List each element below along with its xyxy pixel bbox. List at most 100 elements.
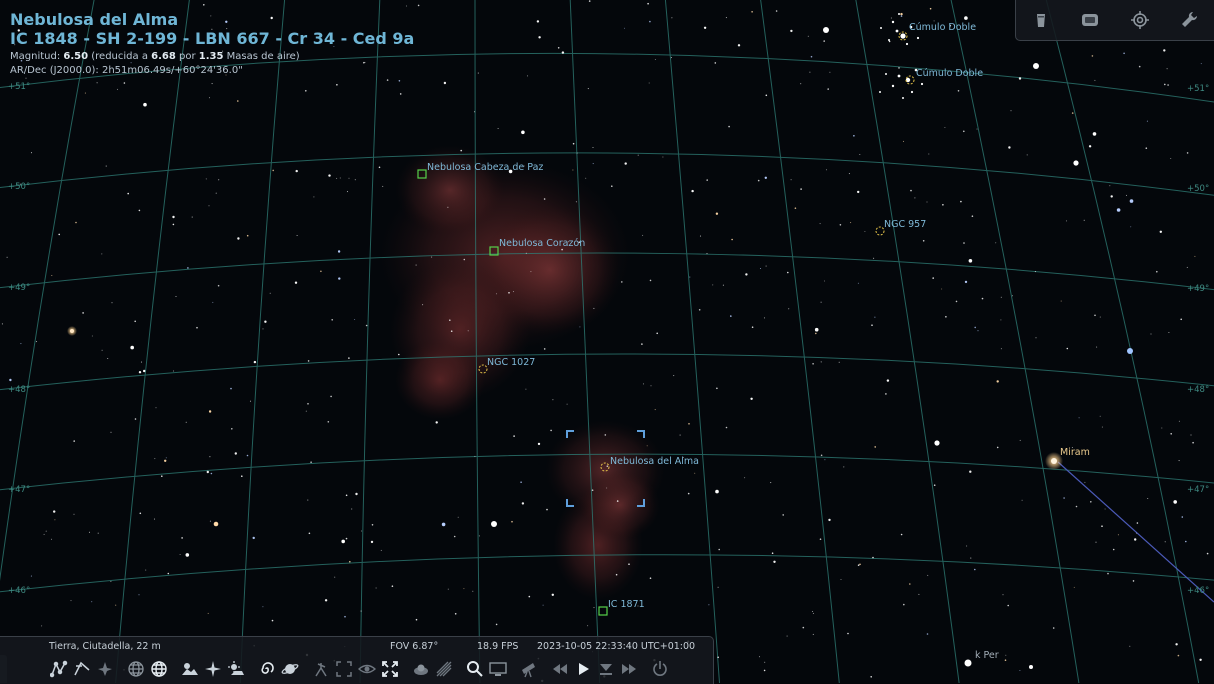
star	[957, 90, 960, 92]
star	[360, 610, 362, 612]
star	[579, 326, 581, 328]
star	[1065, 220, 1068, 222]
star	[593, 307, 595, 309]
star	[111, 302, 113, 304]
star	[528, 595, 531, 598]
star	[1075, 505, 1078, 508]
label-k-per[interactable]: k Per	[975, 650, 999, 661]
grid-label-right-51: +51°	[1187, 84, 1210, 94]
star	[1107, 572, 1109, 575]
star	[587, 88, 589, 90]
play-icon[interactable]	[572, 658, 594, 680]
star	[575, 201, 577, 203]
star	[873, 257, 875, 259]
planet-labels-icon[interactable]	[279, 658, 301, 680]
star	[1002, 594, 1004, 596]
search-icon[interactable]	[464, 658, 486, 680]
star	[788, 308, 790, 310]
wrench-icon[interactable]	[1177, 8, 1201, 32]
star	[928, 153, 930, 155]
now-icon[interactable]	[595, 658, 617, 680]
cardinal-points-icon[interactable]	[202, 658, 224, 680]
star	[134, 320, 136, 323]
sky-view[interactable]	[0, 0, 1214, 683]
star	[751, 326, 754, 329]
nebulae-icon[interactable]	[256, 658, 278, 680]
star	[1186, 152, 1189, 154]
star	[138, 371, 142, 374]
star	[944, 126, 946, 129]
label-alma[interactable]: Nebulosa del Alma	[610, 456, 699, 467]
star	[415, 264, 417, 266]
star	[933, 484, 936, 487]
star	[763, 669, 766, 672]
center-object-icon[interactable]	[333, 658, 355, 680]
star	[460, 149, 463, 152]
night-mode-icon[interactable]	[356, 658, 378, 680]
label-ngc957[interactable]: NGC 957	[884, 219, 926, 230]
star	[812, 612, 814, 614]
star	[88, 531, 91, 533]
label-miram[interactable]: Miram	[1060, 447, 1090, 458]
equatorial-grid-icon[interactable]	[125, 658, 147, 680]
label-ngc1027[interactable]: NGC 1027	[487, 357, 535, 368]
satellites-icon[interactable]	[410, 658, 432, 680]
star	[679, 434, 681, 436]
label-cumulo-doble-2[interactable]: Cúmulo Doble	[916, 68, 983, 79]
star	[945, 316, 947, 318]
star	[820, 361, 822, 363]
constellation-lines-icon[interactable]	[48, 658, 70, 680]
star	[929, 7, 932, 10]
telescope-icon[interactable]	[518, 658, 540, 680]
screen-icon[interactable]	[487, 658, 509, 680]
label-corazon[interactable]: Nebulosa Corazón	[499, 238, 585, 249]
star	[673, 375, 675, 377]
constellation-art-icon[interactable]	[94, 658, 116, 680]
star	[763, 317, 766, 319]
star	[110, 431, 112, 433]
label-ic1871[interactable]: IC 1871	[608, 599, 645, 610]
star	[874, 446, 876, 448]
tv-icon[interactable]	[1078, 8, 1102, 32]
star	[154, 458, 156, 460]
star	[345, 537, 348, 540]
star	[648, 82, 650, 84]
fullscreen-icon[interactable]	[379, 658, 401, 680]
star	[521, 130, 525, 135]
star	[294, 281, 298, 284]
star	[914, 197, 916, 199]
constellation-labels-icon[interactable]	[71, 658, 93, 680]
star	[1156, 270, 1158, 273]
label-cabeza-paz[interactable]: Nebulosa Cabeza de Paz	[427, 162, 543, 173]
star	[996, 446, 999, 449]
star	[963, 130, 965, 133]
star	[241, 475, 243, 478]
star	[295, 169, 298, 173]
atmosphere-icon[interactable]	[225, 658, 247, 680]
star	[1007, 604, 1009, 607]
star	[165, 457, 167, 459]
star	[447, 206, 449, 208]
rewind-icon[interactable]	[549, 658, 571, 680]
star	[649, 577, 652, 579]
azimuthal-grid-icon[interactable]	[148, 658, 170, 680]
star	[898, 67, 900, 69]
star	[829, 71, 831, 73]
star	[649, 279, 652, 282]
quit-icon[interactable]	[649, 658, 671, 680]
ground-icon[interactable]	[179, 658, 201, 680]
equatorial-mount-icon[interactable]	[310, 658, 332, 680]
star	[1110, 195, 1113, 198]
star	[454, 613, 457, 615]
target-icon[interactable]	[1128, 8, 1152, 32]
star	[716, 387, 718, 390]
window-icon[interactable]	[1029, 8, 1053, 32]
star	[101, 253, 103, 255]
meteors-icon[interactable]	[433, 658, 455, 680]
star	[1167, 84, 1169, 86]
star	[859, 563, 861, 566]
label-cumulo-doble-1[interactable]: Cúmulo Doble	[909, 22, 976, 33]
star	[615, 573, 618, 576]
fast-forward-icon[interactable]	[618, 658, 640, 680]
star	[107, 357, 109, 360]
